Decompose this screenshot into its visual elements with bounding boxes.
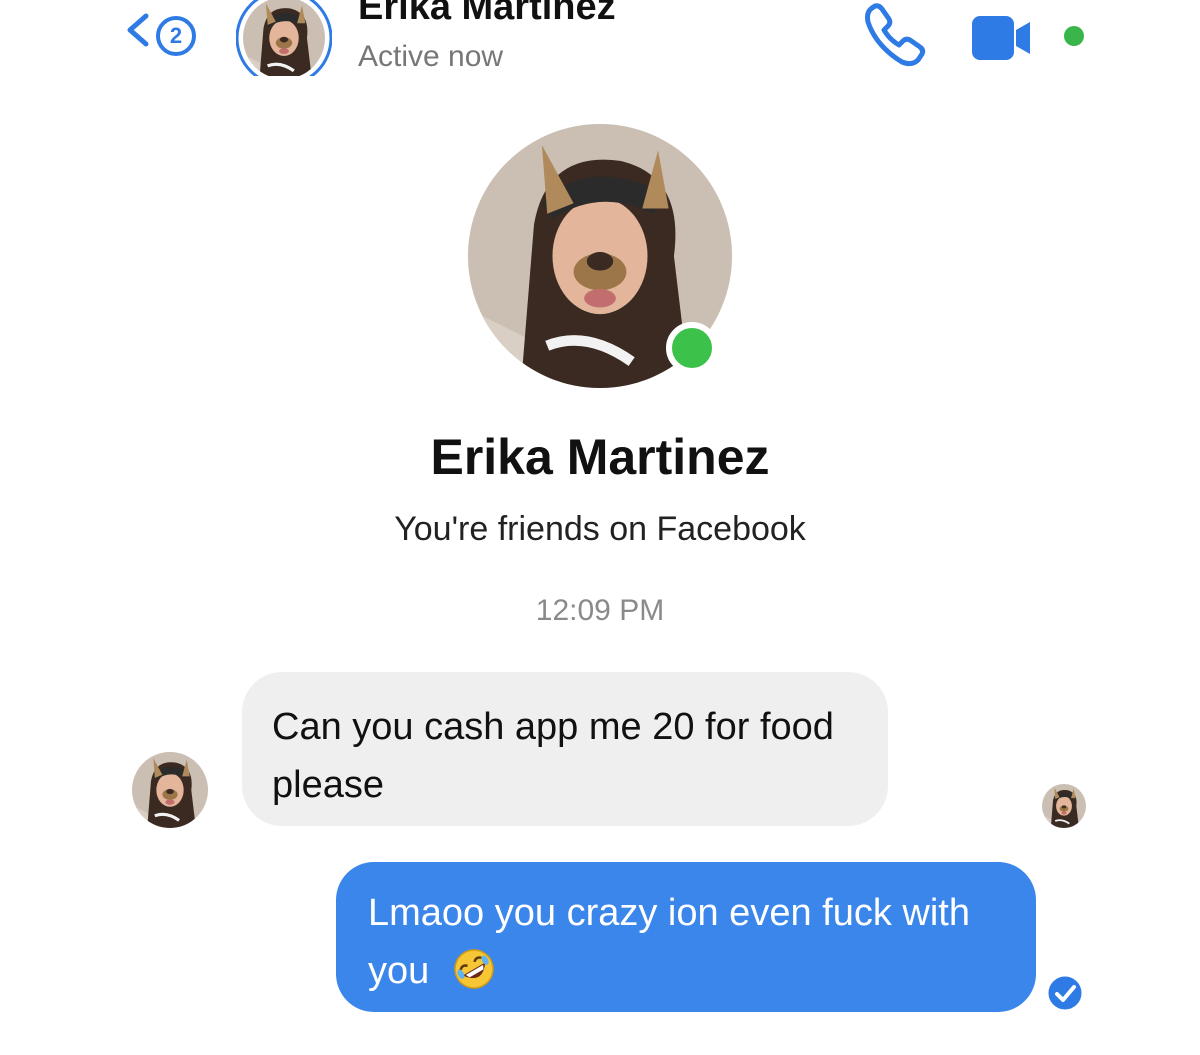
- back-chevron-icon[interactable]: [118, 10, 158, 50]
- rolling-on-floor-laughing-emoji-icon: [454, 949, 494, 989]
- header-avatar[interactable]: [236, 0, 332, 76]
- read-receipt-avatar: [1042, 784, 1086, 828]
- unread-count-badge[interactable]: 2: [156, 16, 196, 56]
- delivered-check-icon: [1045, 973, 1085, 1013]
- message-timestamp: 12:09 PM: [535, 594, 665, 627]
- outgoing-message-bubble[interactable]: Lmaoo you crazy ion even fuck with you: [336, 862, 1036, 1012]
- sender-avatar[interactable]: [132, 752, 208, 828]
- phone-icon[interactable]: [862, 2, 928, 68]
- incoming-message-bubble[interactable]: Can you cash app me 20 for food please: [242, 672, 888, 826]
- header-active-status: Active now: [358, 40, 504, 73]
- incoming-message-text: Can you cash app me 20 for food please: [272, 706, 834, 806]
- friendship-status: You're friends on Facebook: [394, 510, 806, 548]
- video-camera-icon[interactable]: [972, 14, 1032, 62]
- profile-name: Erika Martinez: [430, 429, 770, 485]
- header-contact-name: Erika Martinez: [358, 0, 616, 28]
- video-status-dot: [1064, 26, 1084, 46]
- online-indicator: [666, 322, 718, 374]
